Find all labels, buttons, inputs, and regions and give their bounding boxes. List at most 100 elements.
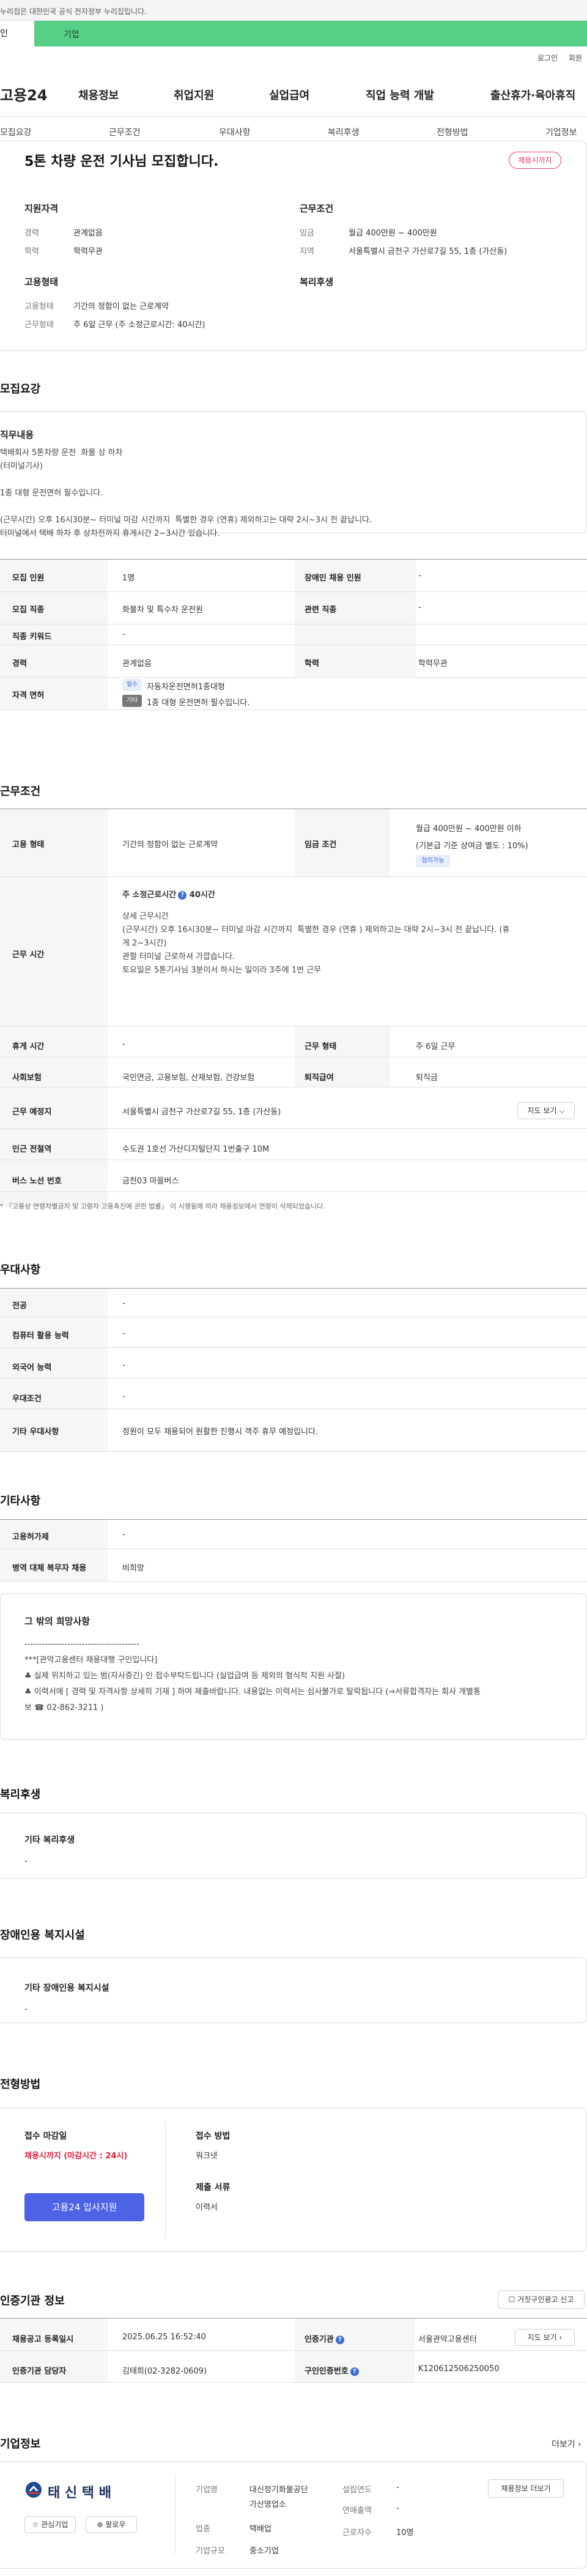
qual-edu-label: 학력 (24, 247, 39, 256)
welfare-box (0, 1813, 587, 1879)
gnb-item-jobs[interactable]: 채용정보 (78, 87, 119, 103)
signup-link[interactable]: 회원 (569, 53, 582, 63)
chevron-right-icon: › (559, 2333, 563, 2342)
pref-value: - (122, 1329, 125, 1338)
company-logo-mark (24, 2481, 43, 2499)
emp-sched-label: 근무형태 (24, 320, 54, 330)
anchor-process[interactable]: 전형방법 (437, 126, 468, 138)
process-docs-heading: 제출 서류 (196, 2183, 231, 2193)
pref-row-line (0, 1378, 587, 1379)
pref-row-line (0, 1347, 587, 1348)
gnb-item-unemployment-benefit[interactable]: 실업급여 (269, 87, 309, 103)
company-heading: 기업정보 (0, 2438, 41, 2451)
work-wage-value-2: (기본급 기준 상여금 별도 : 10%) (416, 842, 528, 851)
pref-label: 컴퓨터 활용 능력 (12, 1331, 69, 1341)
work-map-button[interactable]: 지도 보기 ⌵ (517, 1102, 575, 1119)
report-button[interactable]: ☐ 거짓구인광고 신고 (498, 2290, 585, 2309)
recruit-lic-label: 자격 면허 (12, 691, 45, 700)
process-deadline-heading: 접수 마감일 (24, 2131, 67, 2141)
anchor-work[interactable]: 근무조건 (109, 126, 141, 138)
recruit-job-value: 화물차 및 특수차 운전원 (122, 605, 203, 615)
tab-personal[interactable]: 인 (0, 21, 34, 46)
company-more-link[interactable]: 더보기 › (552, 2438, 581, 2450)
anchor-recruit[interactable]: 모집요강 (0, 126, 32, 138)
login-link[interactable]: 로그인 (537, 53, 558, 63)
recruit-edu-value: 학력무관 (418, 659, 448, 668)
emp-type-label: 고용형태 (24, 302, 54, 311)
follow-button[interactable]: ⊕ 팔로우 (86, 2516, 137, 2533)
info-icon[interactable]: ? (335, 2336, 344, 2344)
work-hours-title: 주 소정근로시간? 40시간 (122, 888, 215, 900)
work-row-line (0, 876, 587, 877)
work-type-value: 기간의 정함이 없는 근로계약 (122, 840, 218, 849)
qual-exp-label: 경력 (24, 229, 39, 238)
recruit-count-value: 1명 (122, 574, 135, 583)
cond-wage-label: 임금 (300, 229, 314, 238)
company-jobs-button[interactable]: 채용정보 더보기 (488, 2479, 564, 2498)
cond-wage-value: 월급 400만원 ~ 400만원 (349, 229, 437, 238)
tab-corporate[interactable]: 기업 (64, 28, 79, 40)
work-type-label: 고용 형태 (12, 840, 45, 849)
work-subway-label: 인근 전철역 (12, 1145, 52, 1154)
lic-value-2: 1종 대형 운전면허 필수입니다. (147, 698, 250, 708)
etc-heading: 기타사항 (0, 1495, 41, 1508)
etc-ins-value: - (122, 1530, 125, 1539)
welfare-summary-heading: 복리후생 (300, 276, 334, 287)
company-year-value: - (396, 2483, 399, 2492)
star-icon: ☆ (32, 2520, 39, 2529)
info-icon[interactable]: ? (350, 2367, 359, 2376)
work-rest-value: - (122, 1040, 125, 1049)
process-method-value: 워크넷 (196, 2152, 218, 2161)
work-rest-label: 휴게 시간 (12, 1042, 45, 1051)
site-logo[interactable]: 고용24 (0, 83, 48, 105)
work-bus-value: 금천03 마을버스 (122, 1177, 179, 1186)
company-name-label: 기업명 (196, 2485, 218, 2495)
plus-circle-icon: ⊕ (97, 2520, 103, 2529)
info-icon[interactable]: ? (178, 891, 187, 900)
company-emp-value: 10명 (396, 2528, 414, 2537)
work-subway-value: 수도권 1호선 가산디지털단지 1번출구 10M (122, 1145, 270, 1154)
qual-exp-value: 관계없음 (73, 229, 103, 238)
company-ind-value: 택배업 (249, 2525, 271, 2534)
qual-edu-value: 학력무관 (73, 247, 103, 256)
cond-area-label: 지역 (300, 247, 314, 256)
company-name-value-1: 대신정기화물공단 (249, 2485, 308, 2495)
pref-value: - (122, 1361, 125, 1370)
pref-value: 정원이 모두 채용되어 원활한 진행시 객주 휴무 예정입니다. (122, 1427, 319, 1437)
anchor-pref[interactable]: 우대사항 (219, 126, 251, 138)
etc-mil-label: 병역 대체 복무자 채용 (12, 1564, 87, 1573)
gnb-item-parental-leave[interactable]: 출산휴가·육아휴직 (490, 87, 575, 103)
report-icon: ☐ (508, 2295, 515, 2304)
apply-button[interactable]: 고용24 입사지원 (24, 2193, 144, 2221)
gnb-item-training[interactable]: 직업 능력 개발 (366, 87, 434, 103)
fav-company-label: 관심기업 (41, 2520, 68, 2529)
agency-map-button-label: 지도 보기 (527, 2333, 557, 2342)
company-emp-label: 근로자수 (342, 2528, 372, 2537)
gov-banner-text: 누리집은 대한민국 공식 전자정부 누리집입니다. (0, 7, 147, 16)
gnb-item-employment-support[interactable]: 취업지원 (174, 87, 214, 103)
cond-area-value: 서울특별시 금천구 가산로7길 55, 1층 (가산동) (349, 247, 508, 256)
work-heading: 근무조건 (0, 785, 41, 798)
etc-mil-value: 비희망 (122, 1564, 144, 1573)
recruit-exp-label: 경력 (12, 659, 27, 668)
company-card (0, 2461, 587, 2569)
pref-label: 우대조건 (12, 1394, 42, 1404)
work-hours-title-value: 40시간 (189, 890, 215, 900)
fav-company-button[interactable]: ☆ 관심기업 (24, 2516, 76, 2533)
welfare-heading: 복리후생 (0, 1788, 41, 1801)
agency-map-button[interactable]: 지도 보기 › (515, 2329, 575, 2346)
pref-label: 전공 (12, 1301, 27, 1311)
disab-heading: 장애인용 복지시설 (0, 1929, 85, 1942)
agency-no-label-text: 구인인증번호 (305, 2367, 349, 2376)
emp-type-value: 기간의 정함이 없는 근로계약 (73, 302, 169, 311)
pref-row-line (0, 1408, 587, 1409)
welfare-box-heading: 기타 복리후생 (24, 1835, 75, 1845)
agency-name-value: 서울관악고용센터 (418, 2335, 477, 2344)
company-more-label: 더보기 (552, 2440, 575, 2449)
company-year-label: 설립연도 (342, 2485, 372, 2495)
anchor-welfare[interactable]: 복리후생 (328, 126, 360, 138)
agency-heading: 인증기관 정보 (0, 2295, 65, 2308)
process-heading: 전형방법 (0, 2078, 41, 2091)
anchor-company[interactable]: 기업정보 (545, 126, 577, 138)
work-ins-label: 사회보험 (12, 1073, 42, 1083)
